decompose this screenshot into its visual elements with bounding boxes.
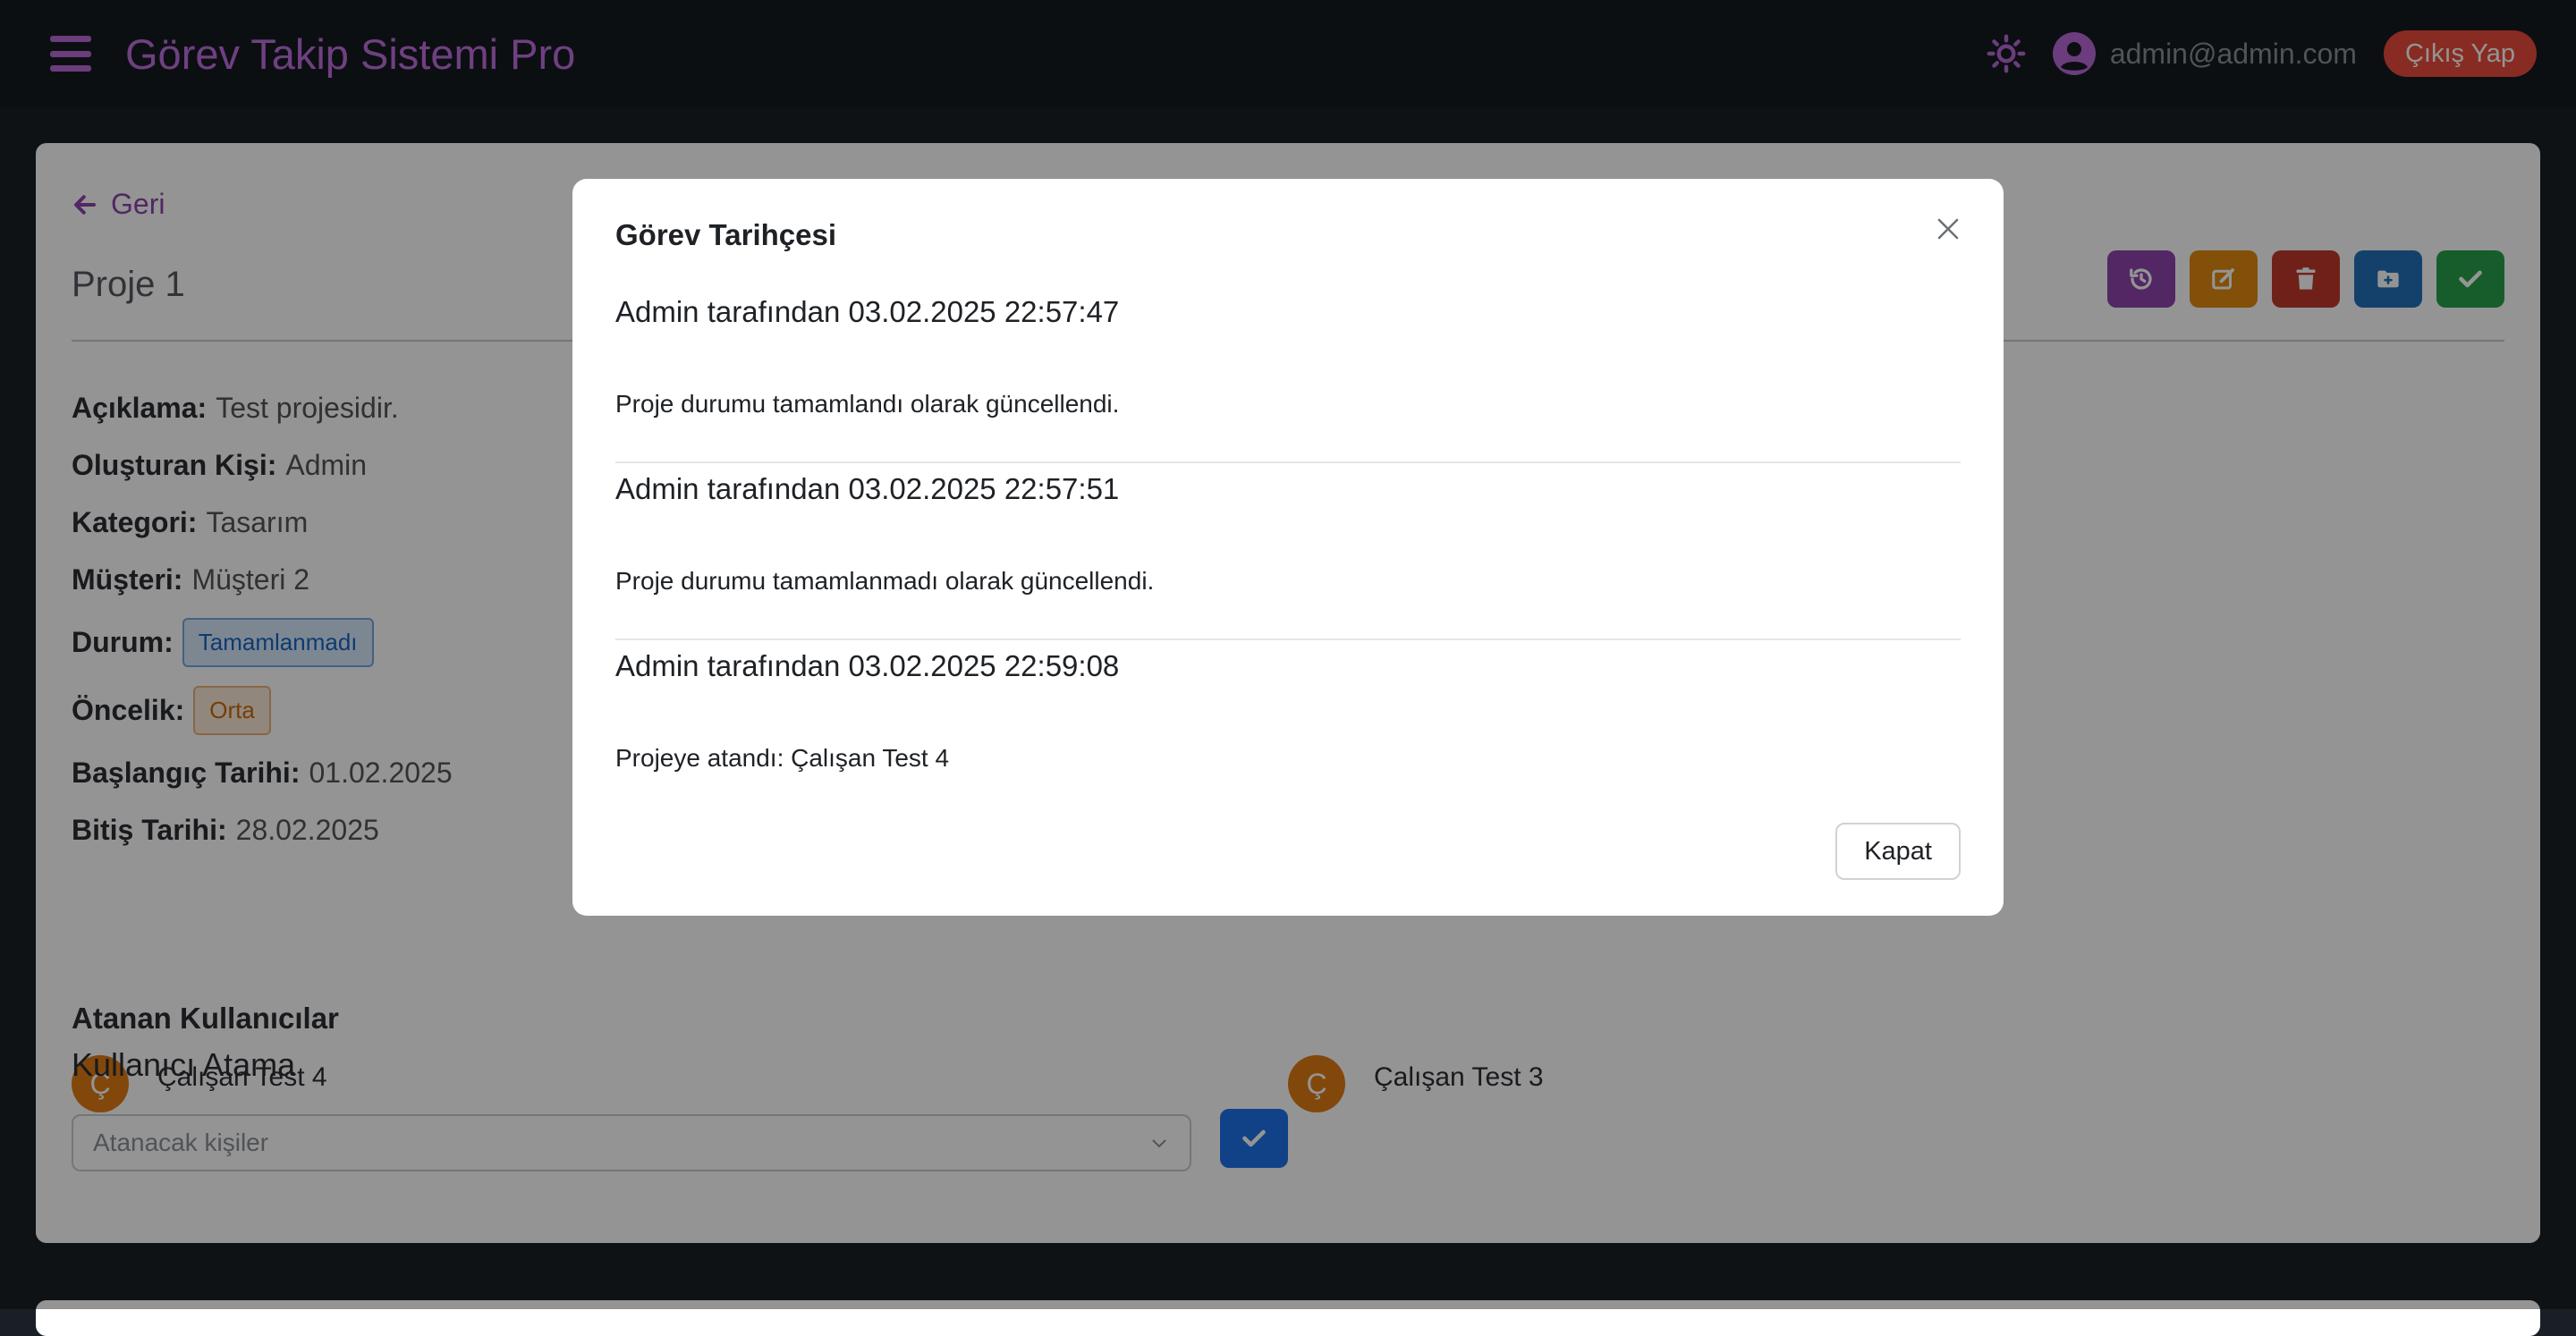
- history-entry-text: Proje durumu tamamlanmadı olarak güncell…: [615, 567, 1155, 595]
- history-entry-header: Admin tarafından 03.02.2025 22:57:51: [615, 472, 1120, 505]
- history-entry-text: Proje durumu tamamlandı olarak güncellen…: [615, 390, 1120, 418]
- history-entry: Admin tarafından 03.02.2025 22:59:08 Pro…: [615, 640, 1961, 817]
- history-entry: Admin tarafından 03.02.2025 22:57:47 Pro…: [615, 286, 1961, 463]
- history-entry: Admin tarafından 03.02.2025 22:57:51 Pro…: [615, 463, 1961, 640]
- task-history-modal: Görev Tarihçesi Admin tarafından 03.02.2…: [572, 179, 2004, 916]
- close-button[interactable]: Kapat: [1835, 823, 1961, 880]
- history-entry-header: Admin tarafından 03.02.2025 22:57:47: [615, 295, 1120, 328]
- modal-title: Görev Tarihçesi: [615, 218, 837, 251]
- close-icon[interactable]: [1928, 209, 1968, 249]
- history-list: Admin tarafından 03.02.2025 22:57:47 Pro…: [615, 286, 1961, 817]
- history-entry-header: Admin tarafından 03.02.2025 22:59:08: [615, 649, 1120, 682]
- history-entry-text: Projeye atandı: Çalışan Test 4: [615, 744, 950, 772]
